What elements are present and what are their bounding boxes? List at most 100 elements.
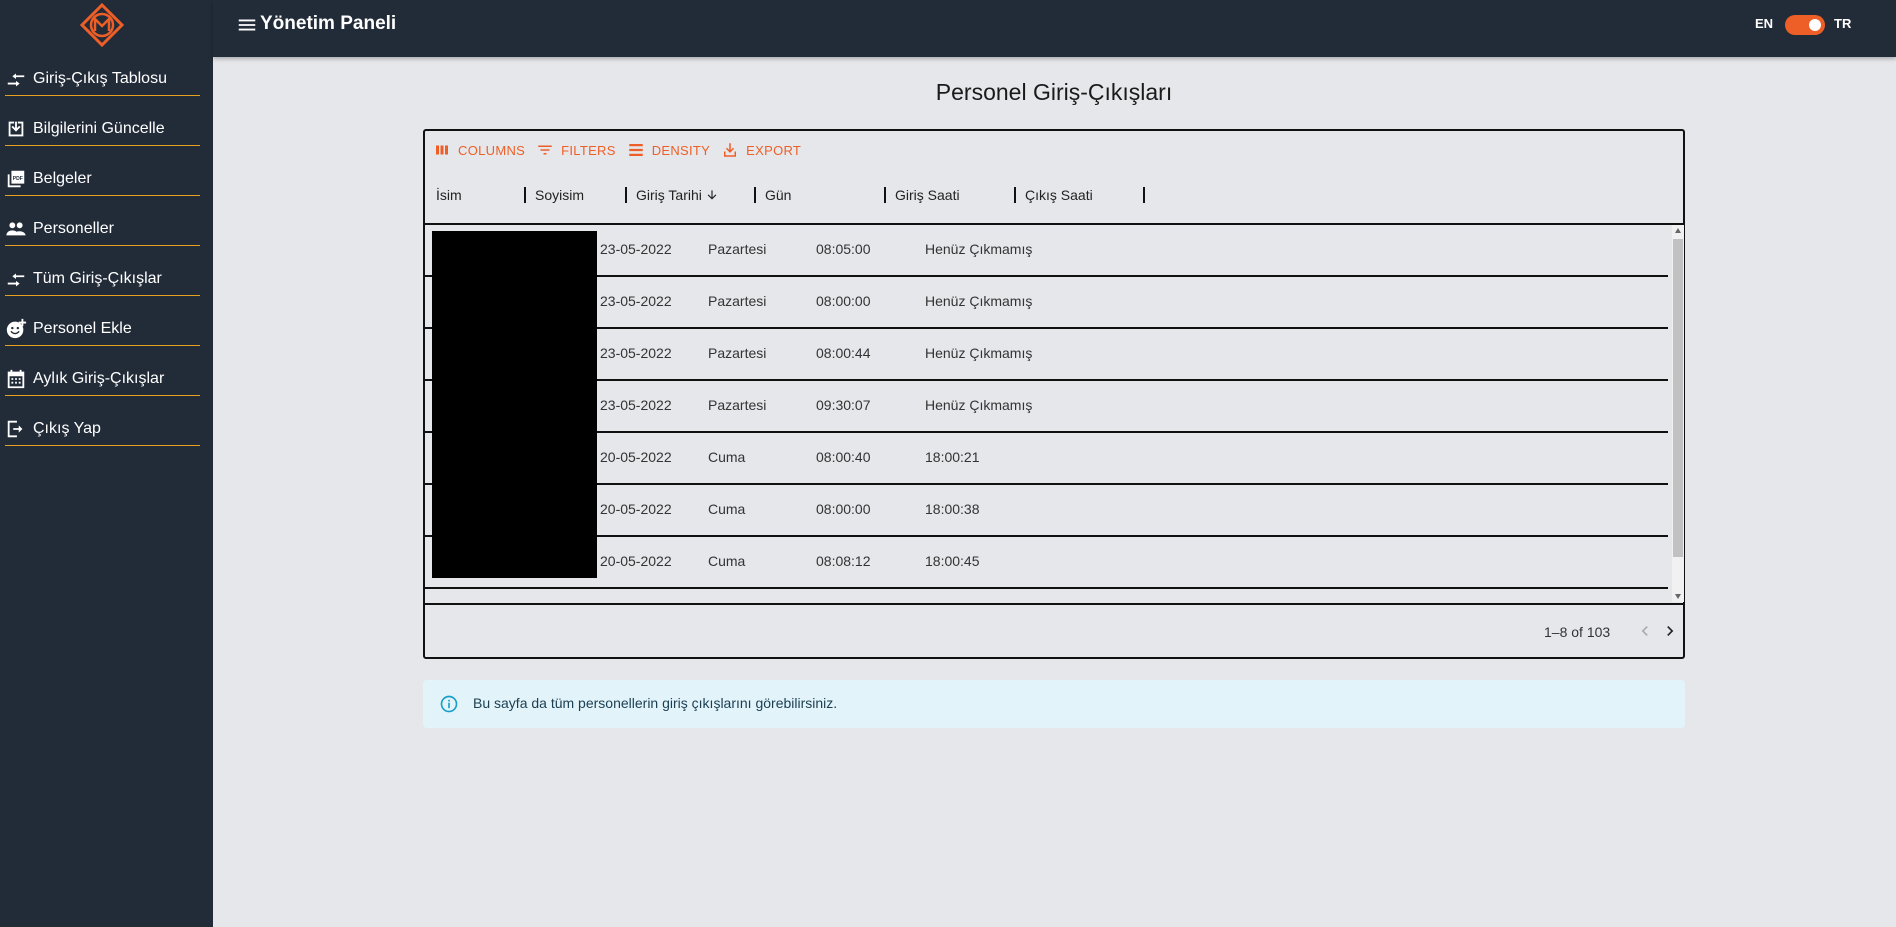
column-separator[interactable] bbox=[884, 187, 886, 203]
column-header-giris-saati[interactable]: Giriş Saati bbox=[895, 187, 960, 203]
download-icon bbox=[724, 143, 737, 157]
info-alert: Bu sayfa da tüm personellerin giriş çıkı… bbox=[423, 680, 1685, 728]
column-header-gun[interactable]: Gün bbox=[765, 187, 791, 203]
page-title: Personel Giriş-Çıkışları bbox=[935, 79, 1173, 105]
sidebar-item-belgeler[interactable]: PDF Belgeler bbox=[5, 162, 200, 196]
sidebar-item-giri-k-tablosu[interactable]: Giriş-Çıkış Tablosu bbox=[5, 62, 200, 96]
table-row[interactable]: 23-05-2022 Pazartesi 09:30:07 Henüz Çıkmamı… bbox=[425, 381, 1668, 433]
cell-tarih: 20-05-2022 bbox=[600, 501, 672, 517]
people-icon bbox=[5, 218, 28, 240]
scroll-thumb[interactable] bbox=[1673, 239, 1683, 557]
cell-cikis: 18:00:38 bbox=[925, 501, 980, 517]
cell-cikis: 18:00:45 bbox=[925, 553, 980, 569]
column-separator[interactable] bbox=[1014, 187, 1016, 203]
scroll-up-icon[interactable] bbox=[1675, 228, 1681, 233]
column-header-giris-tarihi[interactable]: Giriş Tarihi bbox=[636, 187, 719, 203]
sidebar-item-label: Çıkış Yap bbox=[33, 419, 101, 437]
density-button[interactable]: DENSITY bbox=[627, 141, 710, 159]
column-separator[interactable] bbox=[1143, 187, 1145, 203]
export-button[interactable]: EXPORT bbox=[721, 141, 801, 159]
table-row[interactable]: 20-05-2022 Cuma 08:00:00 18:00:38 bbox=[425, 485, 1668, 537]
table-row[interactable]: 23-05-2022 Pazartesi 08:00:00 Henüz Çıkmamı… bbox=[425, 277, 1668, 329]
cell-giris: 09:30:07 bbox=[816, 397, 871, 413]
cell-cikis: Henüz Çıkmamış bbox=[925, 241, 1033, 257]
column-separator[interactable] bbox=[524, 187, 526, 203]
svg-text:PDF: PDF bbox=[13, 175, 23, 181]
cell-tarih: 23-05-2022 bbox=[600, 241, 672, 257]
sidebar: Giriş-Çıkış Tablosu Bilgilerini Güncelle P… bbox=[0, 0, 213, 927]
logout-icon bbox=[5, 418, 28, 440]
top-header: Yönetim Paneli EN TR bbox=[213, 0, 1896, 57]
previous-page-button[interactable] bbox=[1635, 621, 1655, 641]
pagination-info: 1–8 of 103 bbox=[1544, 624, 1611, 640]
cell-giris: 08:00:40 bbox=[816, 449, 871, 465]
column-header-isim[interactable]: İsim bbox=[436, 187, 462, 203]
sidebar-item-label: Bilgilerini Güncelle bbox=[33, 119, 165, 137]
sidebar-nav: Giriş-Çıkış Tablosu Bilgilerini Güncelle P… bbox=[5, 62, 200, 462]
table-row[interactable]: 23-05-2022 Pazartesi 08:05:00 Henüz Çıkmamı… bbox=[425, 225, 1668, 277]
vertical-scrollbar[interactable] bbox=[1672, 225, 1684, 602]
columns-icon bbox=[436, 145, 448, 155]
sidebar-item-ayl-k-giri-k-lar[interactable]: Aylık Giriş-Çıkışlar bbox=[5, 362, 200, 396]
cell-gun: Pazartesi bbox=[708, 241, 767, 257]
language-toggle[interactable] bbox=[1785, 15, 1825, 35]
info-message: Bu sayfa da tüm personellerin giriş çıkı… bbox=[473, 695, 838, 711]
sidebar-item-label: Personeller bbox=[33, 219, 114, 237]
cell-giris: 08:00:44 bbox=[816, 345, 871, 361]
brand-logo bbox=[78, 2, 126, 50]
download-box-icon bbox=[5, 118, 28, 140]
cell-cikis: Henüz Çıkmamış bbox=[925, 397, 1033, 413]
lang-label-tr: TR bbox=[1834, 16, 1852, 31]
cell-tarih: 20-05-2022 bbox=[600, 449, 672, 465]
sidebar-item-label: Aylık Giriş-Çıkışlar bbox=[33, 369, 165, 387]
columns-label: COLUMNS bbox=[458, 142, 526, 158]
scroll-down-icon[interactable] bbox=[1675, 594, 1681, 599]
add-emoji-icon bbox=[5, 318, 28, 340]
lang-label-en: EN bbox=[1755, 16, 1774, 31]
next-page-button[interactable] bbox=[1660, 621, 1680, 641]
density-label: DENSITY bbox=[651, 142, 711, 158]
filter-icon bbox=[538, 145, 552, 155]
chevron-left-icon bbox=[1641, 626, 1648, 636]
data-grid: COLUMNS FILTERS DENSITY EXPORT İsim Soyi… bbox=[423, 129, 1685, 659]
table-row[interactable]: 23-05-2022 Pazartesi 08:00:44 Henüz Çıkmamı… bbox=[425, 329, 1668, 381]
chevron-right-icon bbox=[1667, 626, 1674, 636]
cell-gun: Pazartesi bbox=[708, 345, 767, 361]
grid-toolbar: COLUMNS FILTERS DENSITY EXPORT bbox=[433, 141, 812, 159]
table-row[interactable]: 20-05-2022 Cuma 08:00:40 18:00:21 bbox=[425, 433, 1668, 485]
cell-giris: 08:00:00 bbox=[816, 501, 871, 517]
columns-button[interactable]: COLUMNS bbox=[433, 141, 525, 159]
cell-gun: Pazartesi bbox=[708, 397, 767, 413]
sidebar-item-label: Belgeler bbox=[33, 169, 92, 187]
swap-arrows-icon bbox=[5, 68, 28, 90]
redacted-names bbox=[432, 231, 597, 578]
column-separator[interactable] bbox=[625, 187, 627, 203]
sidebar-item-label: Tüm Giriş-Çıkışlar bbox=[33, 269, 162, 287]
filters-button[interactable]: FILTERS bbox=[536, 141, 616, 159]
column-header-cikis-saati[interactable]: Çıkış Saati bbox=[1025, 187, 1093, 203]
cell-gun: Cuma bbox=[708, 501, 746, 517]
pdf-icon: PDF bbox=[5, 168, 28, 190]
column-header-soyisim[interactable]: Soyisim bbox=[535, 187, 584, 203]
sidebar-item-t-m-giri-k-lar[interactable]: Tüm Giriş-Çıkışlar bbox=[5, 262, 200, 296]
cell-gun: Cuma bbox=[708, 553, 746, 569]
sidebar-item-k-yap[interactable]: Çıkış Yap bbox=[5, 412, 200, 446]
sidebar-item-label: Personel Ekle bbox=[33, 319, 132, 337]
cell-cikis: Henüz Çıkmamış bbox=[925, 293, 1033, 309]
table-row[interactable]: 20-05-2022 Cuma 08:08:12 18:00:45 bbox=[425, 537, 1668, 589]
footer-divider bbox=[425, 603, 1683, 605]
cell-gun: Cuma bbox=[708, 449, 746, 465]
column-separator[interactable] bbox=[754, 187, 756, 203]
info-icon bbox=[440, 695, 458, 713]
sidebar-item-bilgilerini-g-ncelle[interactable]: Bilgilerini Güncelle bbox=[5, 112, 200, 146]
density-icon bbox=[628, 144, 643, 156]
cell-tarih: 23-05-2022 bbox=[600, 397, 672, 413]
app-title: Yönetim Paneli bbox=[260, 13, 397, 34]
menu-icon[interactable] bbox=[236, 14, 258, 36]
cell-cikis: 18:00:21 bbox=[925, 449, 980, 465]
sidebar-item-personel-ekle[interactable]: Personel Ekle bbox=[5, 312, 200, 346]
sidebar-item-personeller[interactable]: Personeller bbox=[5, 212, 200, 246]
cell-tarih: 23-05-2022 bbox=[600, 293, 672, 309]
cell-giris: 08:08:12 bbox=[816, 553, 871, 569]
arrow-down-icon[interactable] bbox=[705, 188, 719, 202]
